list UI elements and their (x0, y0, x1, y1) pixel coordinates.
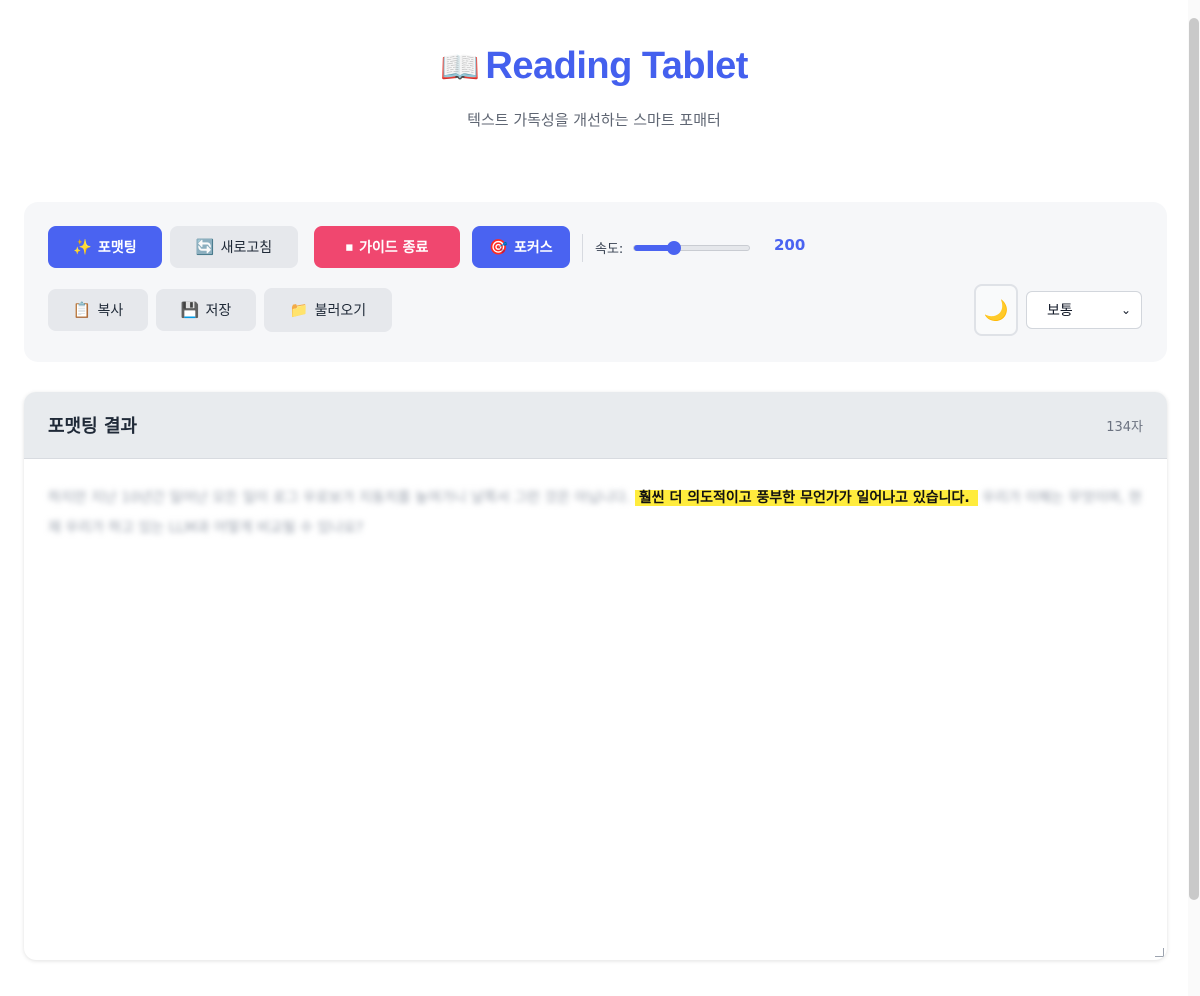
copy-button-label: 복사 (97, 303, 124, 319)
char-count: 134자 (1106, 419, 1143, 435)
load-button[interactable]: 📁 불러오기 (264, 288, 392, 332)
app-title: 📖 Reading Tablet (0, 40, 1188, 93)
end-guide-button-label: 가이드 종료 (359, 240, 429, 256)
speed-label: 속도: (595, 242, 624, 257)
format-button[interactable]: ✨ 포맷팅 (48, 226, 162, 268)
format-button-label: 포맷팅 (98, 240, 137, 256)
text-size-select[interactable]: 보통 ⌄ (1026, 291, 1142, 329)
toolbar: ✨ 포맷팅 🔄 새로고침 ⏹ 가이드 종료 🎯 포커스 속도: 200 📋 복사… (24, 202, 1167, 362)
stop-icon: ⏹ (345, 238, 354, 256)
toolbar-divider (582, 234, 583, 262)
floppy-disk-icon: 💾 (180, 301, 200, 319)
sparkles-icon: ✨ (73, 238, 93, 256)
result-panel: 포맷팅 결과 134자 하지만 지난 10년간 일어난 모든 일이 로그 우로보… (24, 392, 1167, 960)
load-button-label: 불러오기 (314, 303, 367, 319)
app-header: 📖 Reading Tablet 텍스트 가독성을 개선하는 스마트 포매터 (0, 40, 1188, 130)
copy-button[interactable]: 📋 복사 (48, 289, 148, 331)
chevron-down-icon: ⌄ (1120, 303, 1131, 317)
refresh-icon: 🔄 (195, 238, 215, 256)
text-size-selected: 보통 (1047, 303, 1073, 319)
speed-slider-thumb[interactable] (667, 241, 682, 255)
result-title: 포맷팅 결과 (48, 416, 138, 437)
refresh-button-label: 새로고침 (220, 240, 273, 256)
scrollbar-thumb[interactable] (1189, 18, 1199, 900)
speed-slider[interactable] (633, 241, 750, 255)
result-text[interactable]: 하지만 지난 10년간 일어난 모든 일이 로그 우로보가 지동치를 높여가니 … (24, 459, 1167, 543)
dark-mode-toggle[interactable]: 🌙 (974, 284, 1018, 336)
result-header: 포맷팅 결과 134자 (24, 392, 1167, 459)
resize-handle[interactable] (1155, 948, 1164, 957)
focus-button[interactable]: 🎯 포커스 (472, 226, 570, 268)
blurred-text-before: 하지만 지난 10년간 일어난 모든 일이 로그 우로보가 지동치를 높여가니 … (48, 490, 631, 506)
speed-value: 200 (774, 236, 806, 254)
focus-button-label: 포커스 (514, 240, 553, 256)
page-scrollbar[interactable] (1188, 0, 1200, 996)
open-book-icon: 📖 (440, 49, 480, 85)
folder-icon: 📁 (289, 301, 309, 319)
clipboard-icon: 📋 (72, 301, 92, 319)
moon-icon: 🌙 (983, 298, 1009, 322)
focus-sentence: 훨씬 더 의도적이고 풍부한 무언가가 일어나고 있습니다. (634, 490, 978, 506)
app-subtitle: 텍스트 가독성을 개선하는 스마트 포매터 (467, 111, 721, 129)
end-guide-button[interactable]: ⏹ 가이드 종료 (314, 226, 460, 268)
app-title-text: Reading Tablet (485, 45, 748, 87)
target-icon: 🎯 (489, 238, 509, 256)
save-button[interactable]: 💾 저장 (156, 289, 256, 331)
page: 📖 Reading Tablet 텍스트 가독성을 개선하는 스마트 포매터 ✨ … (0, 0, 1200, 996)
refresh-button[interactable]: 🔄 새로고침 (170, 226, 298, 268)
save-button-label: 저장 (205, 303, 232, 319)
